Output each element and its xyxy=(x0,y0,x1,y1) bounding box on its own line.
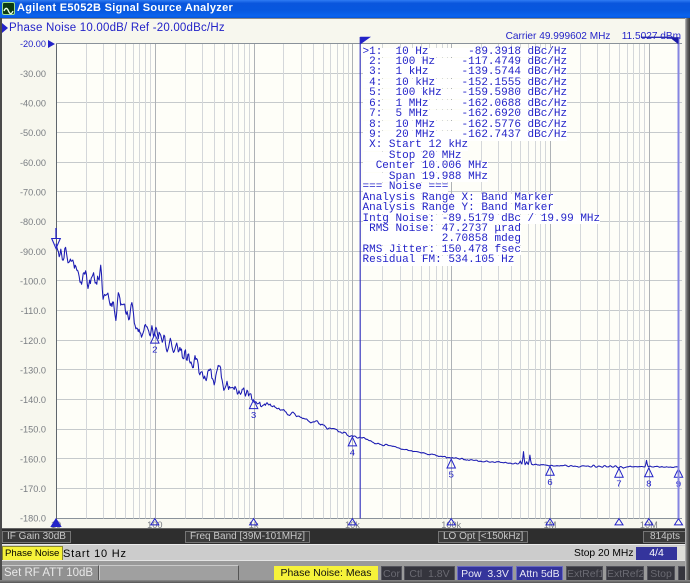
svg-text:-80.00: -80.00 xyxy=(20,217,46,227)
svg-text:-70.00: -70.00 xyxy=(20,188,46,198)
svg-text:-130.0: -130.0 xyxy=(20,365,46,375)
svg-text:5: 5 xyxy=(448,470,454,481)
svg-text:6: 6 xyxy=(547,477,553,488)
svg-text:7: 7 xyxy=(616,479,622,490)
svg-text:8: 8 xyxy=(646,478,652,489)
svg-text:-150.0: -150.0 xyxy=(20,425,46,435)
svg-text:3: 3 xyxy=(251,410,257,421)
svg-text:-40.00: -40.00 xyxy=(20,99,46,109)
svg-text:-140.0: -140.0 xyxy=(20,395,46,405)
svg-text:-100.0: -100.0 xyxy=(20,276,46,286)
svg-text:-60.00: -60.00 xyxy=(20,158,46,168)
svg-text:4: 4 xyxy=(350,447,356,458)
svg-text:-50.00: -50.00 xyxy=(20,128,46,138)
svg-text:-110.0: -110.0 xyxy=(21,306,46,316)
svg-text:-20.00: -20.00 xyxy=(20,39,46,49)
svg-text:2: 2 xyxy=(152,345,158,356)
svg-text:-120.0: -120.0 xyxy=(20,336,46,346)
svg-text:-180.0: -180.0 xyxy=(20,514,46,524)
svg-text:-30.00: -30.00 xyxy=(20,69,46,79)
svg-text:-160.0: -160.0 xyxy=(20,454,46,464)
svg-text:-90.00: -90.00 xyxy=(20,247,46,257)
svg-text:-170.0: -170.0 xyxy=(20,484,46,494)
